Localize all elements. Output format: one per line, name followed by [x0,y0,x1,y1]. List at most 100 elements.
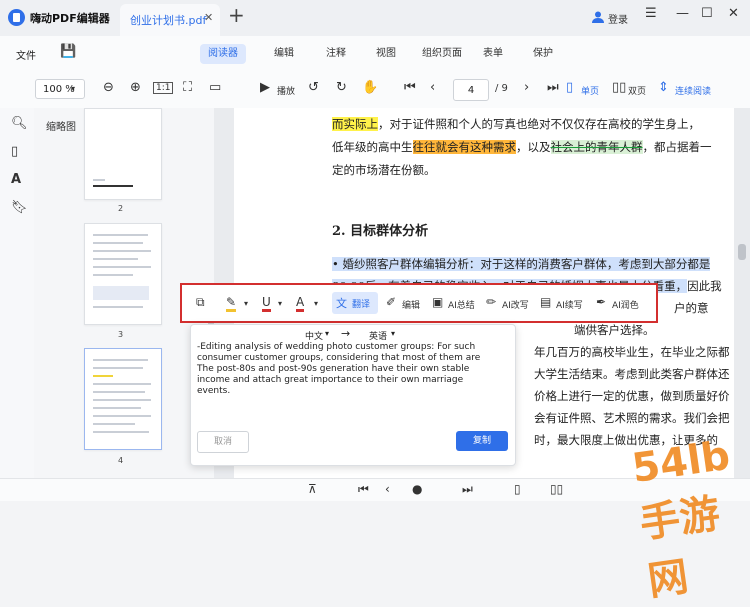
chevron-down-icon[interactable]: ▾ [325,329,329,338]
menu-icon[interactable]: ☰ [645,6,657,21]
underline-icon[interactable]: U [262,295,271,312]
ai-continue-icon[interactable]: ▤ [540,295,551,309]
text-segment: ，对于证件照和个人的写真也绝对不仅仅存在高校的学生身上， [378,117,700,131]
single-page-label[interactable]: 单页 [581,84,599,97]
text-segment: 端供客户选择。 [574,323,655,337]
chevron-down-icon[interactable]: ▾ [278,299,282,308]
tab-protect[interactable]: 保护 [525,44,561,64]
search-icon[interactable]: 🔍︎ [11,116,28,131]
zoom-in-icon[interactable]: ⊕ [130,80,141,95]
tab-view[interactable]: 视图 [368,44,404,64]
toolbar: 100 % ▾ ⊖ ⊕ 1:1 ⛶ ▭ ▶ 播放 ↺ ↻ ✋ ⏮ ‹ 4 / 9… [0,72,750,109]
first-page-icon[interactable]: ⏮ [404,80,416,95]
edit-icon[interactable]: ✐ [386,295,396,309]
edit-button[interactable]: 编辑 [402,298,420,311]
first-page-icon[interactable]: ⏮ [358,482,369,497]
fit-width-icon[interactable]: ▭ [209,80,221,95]
page-total: / 9 [495,83,508,94]
text-segment: 往往就会有这种需求 [412,140,516,154]
document-scrollbar[interactable] [738,244,746,260]
text-icon[interactable]: A [11,172,21,187]
ai-rewrite-icon[interactable]: ✏ [486,295,496,309]
text-color-icon[interactable]: A [296,295,305,312]
text-segment: • 婚纱照客户群体编辑分析：对于这样的消费客户群体，考虑到大部分都是 [332,257,711,271]
thumbnail-page-4[interactable] [84,348,162,450]
file-menu[interactable]: 文件 [16,47,36,62]
document-tab[interactable]: 创业计划书.pdf ✕ [120,4,220,36]
double-page-icon[interactable]: ▯▯ [550,482,563,496]
text-segment: ，都占据着一 [642,140,712,154]
copy-icon[interactable]: ⧉ [196,295,205,310]
target-language-select[interactable]: 英语 [369,329,387,342]
minimize-icon[interactable]: — [676,6,689,21]
cancel-button[interactable]: 取消 [197,431,249,453]
fit-height-icon[interactable]: ⊼ [308,482,317,496]
ai-rewrite-button[interactable]: AI改写 [502,298,529,311]
chevron-down-icon[interactable]: ▾ [71,84,75,93]
translate-button[interactable]: 文 翻译 [332,292,378,314]
actual-size-button[interactable]: 1:1 [153,82,174,94]
thumbnail-page-2[interactable] [84,108,162,200]
double-page-icon[interactable]: ▯▯ [612,80,626,95]
translation-result: -Editing analysis of wedding photo custo… [197,342,481,396]
ai-polish-icon[interactable]: ✒ [596,295,606,309]
continuous-label[interactable]: 连续阅读 [675,84,711,97]
close-tab-icon[interactable]: ✕ [204,11,213,24]
ai-continue-button[interactable]: AI续写 [556,298,583,311]
doc-line: 价格上进行一定的优惠，做到质量好价 [534,388,730,404]
rotate-left-icon[interactable]: ↺ [308,80,319,95]
doc-line: 低年级的高中生往往就会有这种需求，以及社会上的青年人群，都占据着一 [332,139,712,155]
last-page-icon[interactable]: ⏭ [547,80,559,95]
doc-line: • 婚纱照客户群体编辑分析：对于这样的消费客户群体，考虑到大部分都是 [332,256,711,272]
thumbnail-page-3[interactable] [84,223,162,325]
source-language-select[interactable]: 中文 [305,329,323,342]
play-icon[interactable]: ● [412,482,422,496]
new-tab-icon[interactable]: + [228,3,245,27]
doc-line: 年几百万的高校毕业生，在毕业之际都 [534,344,730,360]
selection-toolbar: ⧉ ✎ ▾ U ▾ A ▾ 文 翻译 ✐ 编辑 ▣ AI总结 ✏ AI改写 ▤ … [180,283,658,323]
save-icon[interactable]: 💾 [60,44,76,59]
last-page-icon[interactable]: ⏭ [462,482,473,497]
ai-polish-button[interactable]: AI润色 [612,298,639,311]
menu-bar: 文件 💾 阅读器 编辑 注释 视图 组织页面 表单 保护 [0,36,750,73]
hand-tool-icon[interactable]: ✋ [362,80,378,95]
play-label[interactable]: 播放 [277,84,295,97]
arrow-right-icon: → [341,327,351,340]
close-window-icon[interactable]: ✕ [728,6,739,21]
doc-line: 端供客户选择。 [574,322,655,338]
thumbnail-number: 3 [118,330,124,339]
double-page-label[interactable]: 双页 [628,84,646,97]
zoom-select[interactable]: 100 % [35,79,85,99]
continuous-icon[interactable]: ⇕ [658,80,669,95]
translate-label: 翻译 [352,300,371,310]
zoom-out-icon[interactable]: ⊖ [103,80,114,95]
tab-reader[interactable]: 阅读器 [200,44,246,64]
ai-summary-icon[interactable]: ▣ [432,295,443,309]
tab-annotate[interactable]: 注释 [318,44,354,64]
tab-form[interactable]: 表单 [475,44,511,64]
login-button[interactable]: 登录 [608,11,628,26]
tab-organize[interactable]: 组织页面 [414,44,470,64]
prev-page-icon[interactable]: ‹ [385,482,390,496]
bookmark-icon[interactable]: 🔖︎ [11,200,28,215]
thumbnails-icon[interactable]: ▯ [11,144,18,159]
next-page-icon[interactable]: › [524,80,529,95]
highlight-icon[interactable]: ✎ [226,295,237,312]
page-number-input[interactable]: 4 [453,79,489,101]
prev-page-icon[interactable]: ‹ [430,80,435,95]
text-segment: 而实际上 [332,117,378,131]
ai-summary-button[interactable]: AI总结 [448,298,475,311]
fit-page-icon[interactable]: ⛶ [183,80,192,95]
chevron-down-icon[interactable]: ▾ [244,299,248,308]
single-page-icon[interactable]: ▯ [514,482,521,496]
copy-button[interactable]: 复制 [456,431,508,451]
play-icon[interactable]: ▶ [260,80,270,95]
maximize-icon[interactable]: ☐ [701,6,713,21]
tab-edit[interactable]: 编辑 [266,44,302,64]
user-icon[interactable] [591,10,605,24]
single-page-icon[interactable]: ▯ [566,80,573,95]
side-rail: 🔍︎ ▯ A 🔖︎ [0,108,35,478]
chevron-down-icon[interactable]: ▾ [391,329,395,338]
chevron-down-icon[interactable]: ▾ [314,299,318,308]
rotate-right-icon[interactable]: ↻ [336,80,347,95]
